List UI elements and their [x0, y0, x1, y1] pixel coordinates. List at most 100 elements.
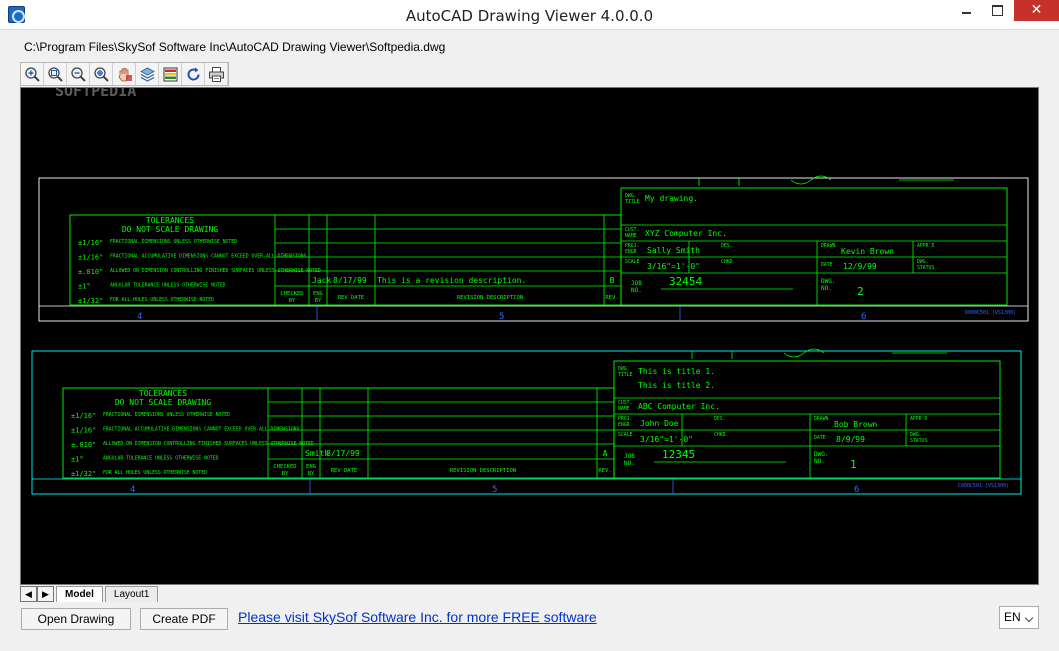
job-no-label: NO.: [624, 460, 635, 467]
print-icon: [208, 66, 224, 82]
tab-layout1[interactable]: Layout1: [104, 586, 159, 602]
tolerance-value: ±.010": [71, 441, 96, 449]
colors-icon: [163, 67, 177, 81]
dwg-status-label: DWG.: [917, 259, 929, 265]
revision-description-label: REVISION DESCRIPTION: [457, 295, 523, 301]
zone-number: 4: [137, 312, 142, 322]
drawing-title: My drawing.: [645, 194, 698, 203]
date-label: DATE: [814, 435, 826, 441]
zone-number: 5: [499, 312, 504, 322]
des-label: DES.: [714, 416, 726, 422]
registration-mark: [783, 348, 825, 358]
drawing-scale: 3/16"=1'-0": [640, 435, 693, 444]
job-number: 12345: [662, 448, 695, 461]
tolerance-note: FRACTIONAL ACCUMULATIVE DIMENSIONS CANNO…: [110, 254, 306, 260]
tolerance-note: FOR ALL HOLES UNLESS OTHERWISE NOTED: [110, 297, 214, 303]
tolerance-value: ±1/32": [71, 470, 96, 478]
drawing-title: This is title 2.: [638, 381, 715, 390]
colors-button[interactable]: [159, 63, 182, 85]
job-no-label: JOB: [624, 453, 635, 460]
tolerance-value: ±1°: [78, 283, 91, 291]
zoom-in-button[interactable]: [21, 63, 44, 85]
tolerance-note: FRACTIONAL ACCUMULATIVE DIMENSIONS CANNO…: [103, 427, 299, 433]
drawn-by: Bob Brown: [834, 420, 878, 429]
customer-name: XYZ Computer Inc.: [645, 229, 727, 238]
job-no-label: NO.: [631, 287, 642, 294]
checked-by-label: BY: [282, 471, 289, 477]
checked-by-label: BY: [289, 298, 296, 304]
zone-number: 6: [854, 485, 859, 495]
zoom-out-button[interactable]: [67, 63, 90, 85]
maximize-button[interactable]: [983, 0, 1011, 21]
title-bar: AutoCAD Drawing Viewer 4.0.0.0 ✕: [0, 0, 1059, 30]
close-button[interactable]: ✕: [1014, 0, 1059, 21]
zoom-window-button[interactable]: [44, 63, 67, 85]
dwg-no-label: NO.: [814, 458, 825, 465]
drawing-viewport[interactable]: SOFTPEDIA 4 5 6 D000C501 (VS1300) TOLERANCES…: [20, 87, 1039, 585]
sheet-top: 4 5 6 D000C501 (VS1300) TOLERANCESDO NOT SCA…: [38, 175, 1029, 322]
pan-icon: [118, 67, 132, 81]
zone-number: 6: [861, 312, 866, 322]
dwg-number: 2: [857, 285, 864, 298]
print-button[interactable]: [205, 63, 228, 85]
tab-next-button[interactable]: ▶: [37, 586, 54, 602]
dwg-status-label: STATUS: [917, 265, 934, 271]
minimize-button[interactable]: [953, 0, 981, 21]
dwg-title-label: TITLE: [618, 372, 633, 378]
tolerance-note: ANGULAR TOLERANCE UNLESS OTHERWISE NOTED: [110, 283, 226, 289]
refresh-button[interactable]: [182, 63, 205, 85]
drawn-by: Kevin Brown: [841, 247, 894, 256]
cust-name-label: CUST.: [618, 400, 632, 406]
cad-drawing-canvas[interactable]: SOFTPEDIA 4 5 6 D000C501 (VS1300) TOLERANCES…: [21, 88, 1038, 584]
sheet-bottom: 4 5 6 C000C501 (VS1300) TOLERANCESDO NOT SCA…: [31, 348, 1022, 495]
drawing-date: 8/9/99: [836, 435, 865, 444]
scale-label: SCALE: [618, 432, 633, 438]
zoom-out-icon: [70, 66, 86, 82]
file-path: C:\Program Files\SkySof Software Inc\Aut…: [24, 40, 446, 54]
layers-button[interactable]: [136, 63, 159, 85]
watermark: SOFTPEDIA: [55, 88, 136, 100]
drawn-label: DRAWN: [814, 416, 829, 422]
proj-engr-label: ENGR: [618, 422, 630, 428]
zoom-extents-button[interactable]: [90, 63, 113, 85]
skysof-website-link[interactable]: Please visit SkySof Software Inc. for mo…: [238, 609, 597, 625]
cust-name-label: NAME: [618, 406, 630, 412]
zone-number: 5: [492, 485, 497, 495]
language-select[interactable]: EN: [999, 606, 1039, 629]
registration-mark: [790, 175, 832, 185]
revision-date: 8/17/99: [333, 276, 367, 285]
layers-icon: [139, 67, 155, 82]
proj-engr-label: PROJ.: [618, 416, 632, 422]
tolerance-note: FRACTIONAL DIMENSIONS UNLESS OTHERWISE N…: [110, 239, 237, 245]
tolerance-value: ±1/16": [78, 254, 103, 262]
checked-by-label: CHECKED: [273, 464, 296, 470]
reference-code: C000C501 (VS1300): [958, 483, 1009, 489]
revision-letter: A: [603, 449, 608, 458]
create-pdf-button[interactable]: Create PDF: [140, 608, 228, 630]
revision-description: This is a revision description.: [377, 276, 526, 285]
drawing-scale: 3/16"=1'-0": [647, 262, 700, 271]
rev-date-label: REV DATE: [331, 468, 358, 474]
tolerances-title: TOLERANCES: [139, 389, 187, 398]
dwg-status-label: DWG.: [910, 432, 922, 438]
pan-button[interactable]: [113, 63, 136, 85]
eng-by-label: ENG: [306, 464, 316, 470]
rev-label: REV.: [605, 295, 618, 301]
tab-prev-button[interactable]: ◀: [20, 586, 37, 602]
tab-model[interactable]: Model: [56, 586, 103, 602]
layout-tab-bar: ◀ ▶ Model Layout1: [20, 585, 1039, 602]
chkd-label: CHKD.: [714, 432, 728, 438]
revision-description-label: REVISION DESCRIPTION: [450, 468, 516, 474]
tolerance-value: ±1/16": [71, 412, 96, 420]
revision-date: 8/17/99: [326, 449, 360, 458]
project-engineer: John Doe: [640, 419, 679, 428]
zoom-in-icon: [24, 66, 40, 82]
tolerance-value: ±1/16": [71, 427, 96, 435]
apprd-label: APPR'D: [910, 416, 927, 422]
scale-label: SCALE: [625, 259, 640, 265]
eng-by-label: BY: [308, 471, 315, 477]
open-drawing-button[interactable]: Open Drawing: [21, 608, 131, 630]
eng-by-label: ENG: [313, 291, 323, 297]
revision-letter: B: [610, 276, 615, 285]
do-not-scale-text: DO NOT SCALE DRAWING: [115, 398, 212, 407]
